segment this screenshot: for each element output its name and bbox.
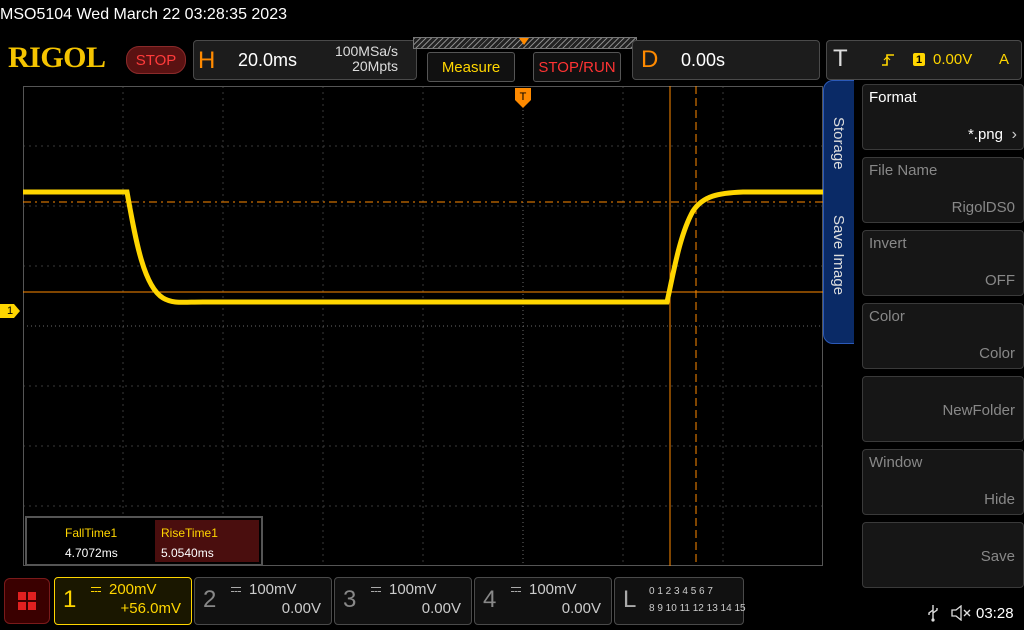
menu-save[interactable]: Save xyxy=(862,522,1024,588)
side-menu: Format *.png › File Name RigolDS0 Invert… xyxy=(854,80,1024,592)
horizontal-panel[interactable]: H 20.0ms 100MSa/s 20Mpts xyxy=(193,40,417,80)
chevron-right-icon: › xyxy=(1011,126,1017,143)
channel-1-ground-marker[interactable]: 1 xyxy=(0,304,20,318)
trigger-letter: T xyxy=(833,45,848,72)
trigger-channel-badge: 1 xyxy=(913,53,925,66)
measure-label-2: RiseTime1 xyxy=(161,526,218,540)
menu-file-name[interactable]: File Name RigolDS0 xyxy=(862,157,1024,223)
side-menu-tabs[interactable]: Storage Save Image xyxy=(823,80,857,344)
channel-3-panel[interactable]: 3 100mV 0.00V xyxy=(334,577,472,625)
menu-color-value: Color xyxy=(979,345,1015,362)
menu-grid-icon xyxy=(18,592,36,610)
channel-4-scale: 100mV xyxy=(529,581,577,598)
speaker-muted-icon[interactable] xyxy=(950,605,972,621)
model-datetime: MSO5104 Wed March 22 03:28:35 2023 xyxy=(0,6,287,23)
clock-time: 03:28 xyxy=(976,605,1014,622)
channel-2-offset: 0.00V xyxy=(281,600,321,617)
delay-letter: D xyxy=(641,46,659,73)
measure-value-2: 5.0540ms xyxy=(161,546,214,560)
measure-value-1: 4.7072ms xyxy=(65,546,118,560)
sample-rate: 100MSa/s xyxy=(334,43,398,59)
delay-panel[interactable]: D 0.00s xyxy=(632,40,820,80)
channel-1-offset: +56.0mV xyxy=(120,600,181,617)
run-state-badge[interactable]: STOP xyxy=(126,46,186,74)
channel-3-number: 3 xyxy=(343,586,357,613)
channel-1-panel[interactable]: 1 200mV +56.0mV xyxy=(54,577,192,625)
channel-1-number: 1 xyxy=(63,586,77,613)
menu-color[interactable]: Color Color xyxy=(862,303,1024,369)
trigger-mode: A xyxy=(999,51,1010,68)
menu-format[interactable]: Format *.png › xyxy=(862,84,1024,150)
menu-color-label: Color xyxy=(869,308,905,325)
menu-format-value: *.png xyxy=(967,126,1003,143)
main-menu-button[interactable] xyxy=(4,578,50,624)
dc-coupling-icon xyxy=(91,587,101,592)
channel-4-panel[interactable]: 4 100mV 0.00V xyxy=(474,577,612,625)
svg-text:T: T xyxy=(520,91,527,103)
menu-window[interactable]: Window Hide xyxy=(862,449,1024,515)
menu-window-value: Hide xyxy=(984,491,1015,508)
logic-channels-row-2: 8 9 10 11 12 13 14 15 xyxy=(649,603,746,614)
usb-icon xyxy=(928,605,938,622)
menu-invert[interactable]: Invert OFF xyxy=(862,230,1024,296)
waveform-display[interactable] xyxy=(23,86,823,566)
logic-channels-row-1: 0 1 2 3 4 5 6 7 xyxy=(649,586,713,597)
channel-1-scale: 200mV xyxy=(109,581,157,598)
channel-3-scale: 100mV xyxy=(389,581,437,598)
dc-coupling-icon xyxy=(231,587,241,592)
tab-storage[interactable]: Storage xyxy=(830,117,847,170)
menu-save-value: Save xyxy=(980,548,1015,565)
menu-format-label: Format xyxy=(869,89,917,106)
channel-2-panel[interactable]: 2 100mV 0.00V xyxy=(194,577,332,625)
delay-value: 0.00s xyxy=(681,50,726,70)
dc-coupling-icon xyxy=(371,587,381,592)
logic-analyzer-panel[interactable]: L 0 1 2 3 4 5 6 7 8 9 10 11 12 13 14 15 xyxy=(614,577,746,625)
trigger-position-marker-icon xyxy=(519,38,529,45)
menu-new-folder-value: NewFolder xyxy=(942,402,1015,419)
trigger-t-marker-icon: T xyxy=(515,88,531,108)
menu-window-label: Window xyxy=(869,454,923,471)
horizontal-letter: H xyxy=(198,47,216,74)
channel-2-number: 2 xyxy=(203,586,217,613)
trigger-panel[interactable]: T 1 0.00V A xyxy=(826,40,1022,80)
channel-3-offset: 0.00V xyxy=(421,600,461,617)
measure-button[interactable]: Measure xyxy=(427,52,515,82)
menu-new-folder[interactable]: NewFolder xyxy=(862,376,1024,442)
menu-invert-label: Invert xyxy=(869,235,907,252)
logic-letter: L xyxy=(623,586,637,613)
menu-invert-value: OFF xyxy=(985,272,1015,289)
memory-depth: 20Mpts xyxy=(352,58,398,74)
measure-label-1: FallTime1 xyxy=(65,526,118,540)
channel-4-number: 4 xyxy=(483,586,497,613)
menu-file-name-value: RigolDS0 xyxy=(951,199,1015,216)
measurement-panel: FallTime1 4.7072ms RiseTime1 5.0540ms xyxy=(25,516,263,566)
stop-run-button[interactable]: STOP/RUN xyxy=(533,52,621,82)
rising-edge-icon xyxy=(882,54,894,66)
tab-save-image[interactable]: Save Image xyxy=(830,215,847,295)
channel-2-scale: 100mV xyxy=(249,581,297,598)
trigger-level: 0.00V xyxy=(933,51,973,68)
rigol-logo: RIGOL xyxy=(8,41,106,74)
dc-coupling-icon xyxy=(511,587,521,592)
menu-file-name-label: File Name xyxy=(869,162,938,179)
timebase-value: 20.0ms xyxy=(238,50,298,70)
channel-4-offset: 0.00V xyxy=(561,600,601,617)
